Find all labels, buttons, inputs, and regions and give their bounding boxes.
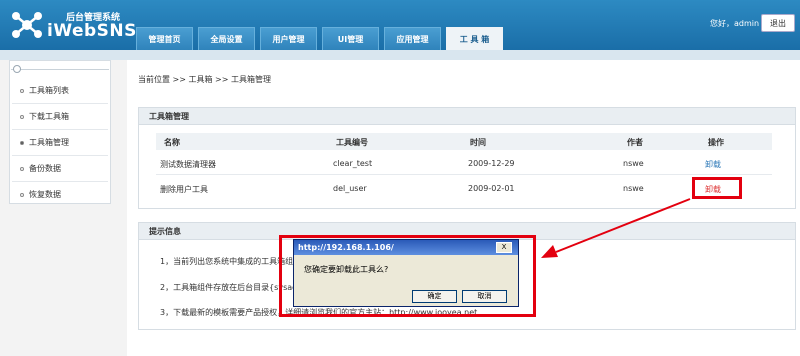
logout-button[interactable]: 退出 [761, 14, 795, 32]
tab-app-management[interactable]: 应用管理 [384, 27, 441, 50]
user-greeting: 您好，admin [710, 19, 760, 28]
column-header-id: 工具编号 [336, 138, 368, 147]
cell-author: nswe [623, 159, 644, 168]
logo-text: iWebSNS [47, 21, 137, 41]
sidebar-item-toolbox-list[interactable]: 工具箱列表 [12, 78, 108, 104]
column-header-action: 操作 [708, 138, 724, 147]
logo[interactable]: 后台管理系统 iWebSNS [10, 6, 136, 44]
annotation-box-uninstall [692, 177, 742, 199]
cell-name: 测试数据清理器 [160, 160, 216, 169]
cell-id: clear_test [333, 159, 373, 168]
bullet-icon [20, 192, 24, 197]
cell-id: del_user [333, 184, 367, 193]
tab-admin-home[interactable]: 管理首页 [136, 27, 193, 50]
sidebar-slider[interactable] [9, 62, 111, 76]
cell-time: 2009-02-01 [468, 184, 515, 193]
slider-knob[interactable] [13, 65, 21, 73]
sidebar-item-label: 下载工具箱 [29, 112, 69, 121]
row-divider [156, 174, 772, 175]
column-header-name: 名称 [164, 138, 180, 147]
bullet-icon [20, 114, 24, 119]
bullet-icon [20, 88, 24, 93]
panel-title: 工具箱管理 [139, 108, 795, 125]
sidebar-item-label: 工具箱列表 [29, 86, 69, 95]
cell-name: 删除用户工具 [160, 185, 208, 194]
cell-author: nswe [623, 184, 644, 193]
column-header-time: 时间 [470, 138, 486, 147]
annotation-box-dialog [279, 235, 536, 317]
column-header-author: 作者 [627, 138, 643, 147]
sidebar-item-download-toolbox[interactable]: 下载工具箱 [12, 104, 108, 130]
bullet-icon [20, 140, 24, 145]
uninstall-link[interactable]: 卸载 [705, 159, 721, 170]
tab-user-management[interactable]: 用户管理 [260, 27, 317, 50]
bullet-icon [20, 166, 24, 171]
tab-toolbox[interactable]: 工 具 箱 [446, 27, 503, 50]
logo-icon [12, 12, 42, 38]
sidebar-item-toolbox-manage[interactable]: 工具箱管理 [12, 130, 108, 156]
sidebar-item-label: 恢复数据 [29, 190, 61, 199]
cell-time: 2009-12-29 [468, 159, 515, 168]
slider-track [11, 69, 109, 70]
top-header: 后台管理系统 iWebSNS 管理首页 全局设置 用户管理 UI管理 应用管理 … [0, 0, 800, 50]
tab-global-settings[interactable]: 全局设置 [198, 27, 255, 50]
main-nav: 管理首页 全局设置 用户管理 UI管理 应用管理 工 具 箱 [136, 27, 508, 50]
header-strip [0, 50, 800, 60]
breadcrumb: 当前位置 >> 工具箱 >> 工具箱管理 [138, 75, 271, 84]
sidebar-item-label: 工具箱管理 [29, 138, 69, 147]
sidebar-item-backup[interactable]: 备份数据 [12, 156, 108, 182]
sidebar-item-label: 备份数据 [29, 164, 61, 173]
tab-ui-management[interactable]: UI管理 [322, 27, 379, 50]
table-header [156, 133, 772, 150]
sidebar-item-restore[interactable]: 恢复数据 [12, 182, 108, 208]
